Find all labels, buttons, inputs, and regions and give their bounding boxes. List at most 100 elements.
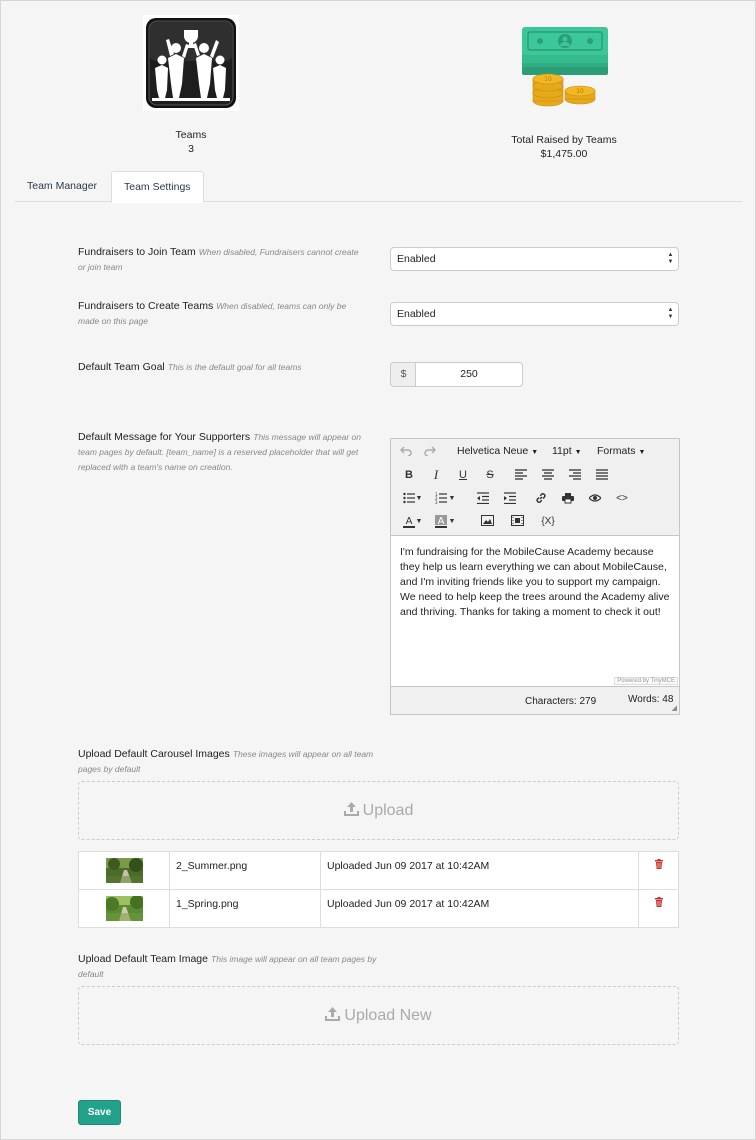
toolbar-row-1: Helvetica Neue ▼ 11pt ▼ Formats ▼	[395, 440, 675, 462]
money-stack-image: 10 10	[518, 19, 610, 111]
delete-file-button[interactable]	[638, 851, 679, 890]
font-size-value: 11pt	[552, 445, 572, 457]
trash-icon	[654, 897, 663, 907]
resize-handle-icon[interactable]: ◢	[672, 704, 677, 712]
create-teams-label-group: Fundraisers to Create Teams When disable…	[78, 299, 368, 329]
goal-currency-addon: $	[390, 362, 416, 387]
carousel-files-table: 2_Summer.png Uploaded Jun 09 2017 at 10:…	[78, 851, 679, 928]
goal-hint: This is the default goal for all teams	[167, 362, 302, 372]
redo-icon[interactable]	[419, 440, 441, 462]
raised-stat: 10 10 Total Raised by Teams $1,475.00	[489, 19, 639, 161]
editor-content[interactable]: I'm fundraising for the MobileCause Acad…	[400, 545, 672, 620]
svg-text:A: A	[406, 516, 413, 527]
word-count: Words: 48	[628, 694, 674, 705]
goal-label-group: Default Team Goal This is the default go…	[78, 360, 368, 375]
image-icon[interactable]	[476, 511, 498, 533]
strikethrough-icon[interactable]: S	[479, 464, 501, 486]
editor-toolbar: Helvetica Neue ▼ 11pt ▼ Formats ▼ B I U S	[391, 439, 679, 536]
join-team-label: Fundraisers to Join Team	[78, 246, 196, 258]
team-image-upload-dropzone[interactable]: Upload New	[78, 986, 679, 1045]
link-icon[interactable]	[530, 488, 552, 510]
font-family-value: Helvetica Neue	[457, 445, 529, 457]
font-size-dropdown[interactable]: 11pt ▼	[552, 440, 582, 462]
teams-trophy-image	[143, 15, 239, 111]
formats-dropdown[interactable]: Formats ▼	[597, 440, 645, 462]
tab-team-settings[interactable]: Team Settings	[111, 171, 204, 203]
goal-label: Default Team Goal	[78, 361, 165, 373]
goal-input[interactable]: 250	[415, 362, 523, 387]
trash-icon	[654, 859, 663, 869]
outdent-icon[interactable]	[472, 488, 494, 510]
create-teams-select-value: Enabled	[397, 308, 436, 320]
caret-down-icon[interactable]: ▼	[414, 511, 424, 533]
svg-text:3: 3	[435, 500, 438, 504]
file-name: 1_Spring.png	[169, 889, 321, 928]
italic-icon[interactable]: I	[425, 464, 447, 486]
teams-stat: Teams 3	[131, 15, 251, 156]
svg-text:A: A	[438, 516, 445, 527]
file-thumbnail-cell	[78, 889, 170, 928]
create-teams-select[interactable]: Enabled ▲ ▼	[390, 302, 679, 326]
caret-down-icon: ▼	[638, 449, 646, 456]
table-row: 2_Summer.png Uploaded Jun 09 2017 at 10:…	[78, 851, 679, 890]
message-label-group: Default Message for Your Supporters This…	[78, 430, 368, 475]
join-team-select-value: Enabled	[397, 253, 436, 265]
join-team-label-group: Fundraisers to Join Team When disabled, …	[78, 245, 368, 275]
toolbar-row-4: A ▼ A ▼ {X}	[395, 511, 675, 533]
media-icon[interactable]	[506, 511, 528, 533]
file-thumbnail-cell	[78, 851, 170, 890]
print-icon[interactable]	[557, 488, 579, 510]
formats-label: Formats	[597, 445, 636, 457]
svg-text:10: 10	[544, 76, 552, 83]
carousel-upload-label: Upload	[362, 802, 414, 819]
table-row: 1_Spring.png Uploaded Jun 09 2017 at 10:…	[78, 889, 679, 928]
message-label: Default Message for Your Supporters	[78, 431, 251, 443]
editor-statusbar: Characters: 279 Words: 48 ◢	[391, 686, 679, 714]
file-uploaded-date: Uploaded Jun 09 2017 at 10:42AM	[320, 851, 639, 890]
bold-icon[interactable]: B	[398, 464, 420, 486]
caret-down-icon[interactable]: ▼	[414, 488, 424, 510]
file-thumbnail-spring	[104, 895, 144, 921]
align-left-icon[interactable]	[510, 464, 532, 486]
carousel-upload-dropzone[interactable]: Upload	[78, 781, 679, 840]
select-arrows-icon: ▲ ▼	[667, 307, 674, 320]
svg-text:10: 10	[576, 88, 584, 95]
caret-down-icon: ▼	[531, 449, 539, 456]
save-button[interactable]: Save	[78, 1100, 121, 1125]
underline-icon[interactable]: U	[452, 464, 474, 486]
toolbar-row-2: B I U S	[395, 464, 675, 486]
caret-down-icon[interactable]: ▼	[447, 488, 457, 510]
font-family-dropdown[interactable]: Helvetica Neue ▼	[457, 440, 538, 462]
file-uploaded-date: Uploaded Jun 09 2017 at 10:42AM	[320, 889, 639, 928]
preview-icon[interactable]	[584, 488, 606, 510]
join-team-select[interactable]: Enabled ▲ ▼	[390, 247, 679, 271]
file-thumbnail-summer	[105, 858, 143, 883]
team-image-upload-label: Upload New	[344, 1007, 432, 1024]
team-image-label-group: Upload Default Team Image This image wil…	[78, 952, 378, 982]
teams-stat-value: 3	[188, 143, 194, 155]
code-icon[interactable]: <>	[611, 488, 633, 510]
create-teams-label: Fundraisers to Create Teams	[78, 300, 214, 312]
indent-icon[interactable]	[499, 488, 521, 510]
powered-by-tinymce: Powered by TinyMCE	[614, 677, 678, 685]
raised-stat-label: Total Raised by Teams	[511, 134, 617, 146]
settings-tabs: Team Manager Team Settings	[15, 171, 742, 203]
team-image-label: Upload Default Team Image	[78, 953, 208, 965]
select-arrows-icon: ▲ ▼	[667, 252, 674, 265]
toolbar-row-3: ▼ 123 ▼ <>	[395, 488, 675, 510]
caret-down-icon[interactable]: ▼	[447, 511, 457, 533]
rich-text-editor: Helvetica Neue ▼ 11pt ▼ Formats ▼ B I U S	[390, 438, 680, 715]
placeholder-icon[interactable]: {X}	[537, 511, 559, 533]
caret-down-icon: ▼	[574, 449, 582, 456]
align-justify-icon[interactable]	[591, 464, 613, 486]
delete-file-button[interactable]	[638, 889, 679, 928]
file-name: 2_Summer.png	[169, 851, 321, 890]
align-right-icon[interactable]	[564, 464, 586, 486]
carousel-label: Upload Default Carousel Images	[78, 748, 230, 760]
raised-stat-value: $1,475.00	[540, 148, 588, 160]
character-count: Characters: 279	[525, 696, 597, 707]
carousel-label-group: Upload Default Carousel Images These ima…	[78, 747, 378, 777]
align-center-icon[interactable]	[537, 464, 559, 486]
undo-icon[interactable]	[395, 440, 417, 462]
tab-team-manager[interactable]: Team Manager	[15, 171, 109, 202]
